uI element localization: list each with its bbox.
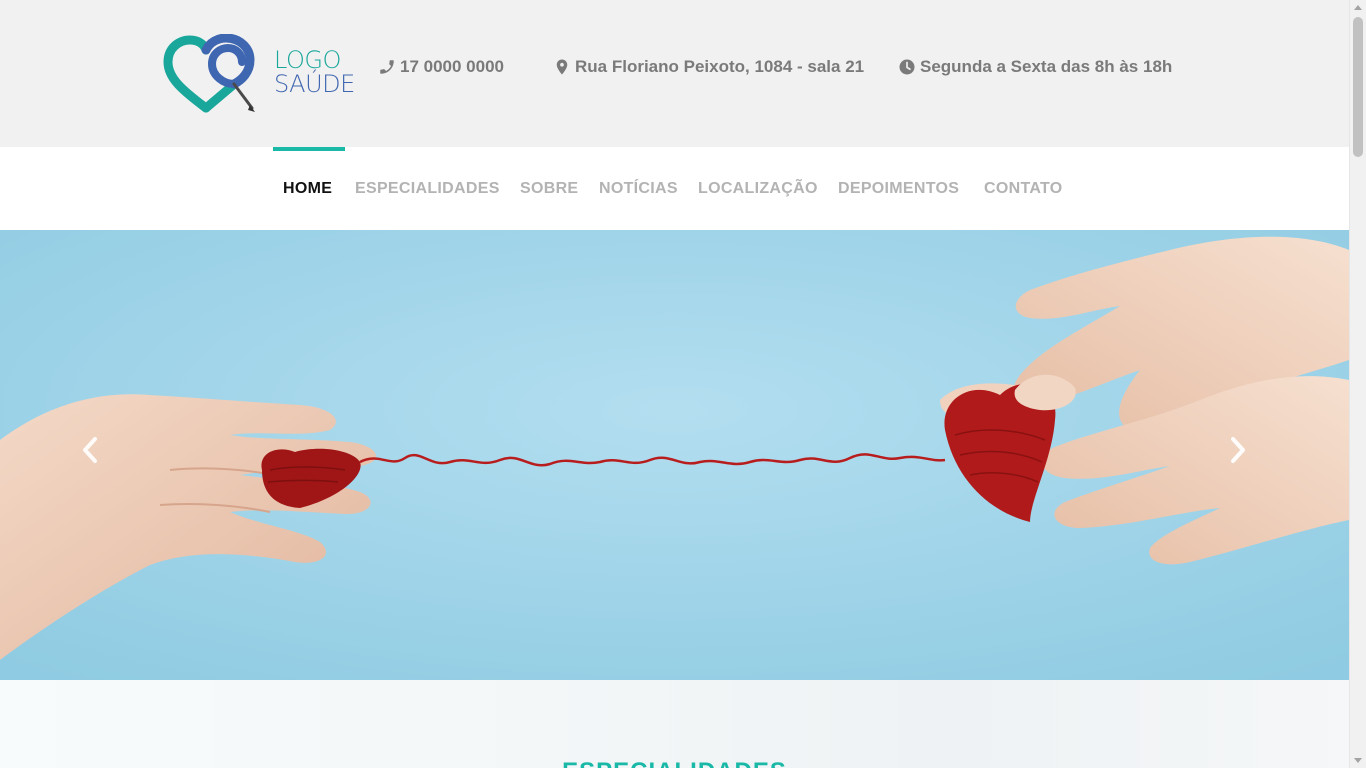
hero-carousel (0, 230, 1349, 680)
carousel-prev-button[interactable] (80, 435, 120, 475)
especialidades-section: ESPECIALIDADES (0, 680, 1349, 768)
nav-item-especialidades[interactable]: ESPECIALIDADES (355, 147, 500, 230)
hours-text: Segunda a Sexta das 8h às 18h (920, 57, 1173, 76)
clock-icon (899, 59, 915, 75)
page-scrollbar[interactable] (1349, 0, 1366, 768)
chevron-left-icon (83, 437, 97, 463)
top-header: LOGO SAÚDE 17 0000 0000 Rua Floriano Pei… (0, 0, 1349, 147)
nav-item-home[interactable]: HOME (283, 147, 332, 230)
scroll-thumb[interactable] (1353, 17, 1363, 157)
nav-item-sobre[interactable]: SOBRE (520, 147, 578, 230)
address-text: Rua Floriano Peixoto, 1084 - sala 21 (575, 57, 865, 76)
header-address[interactable]: Rua Floriano Peixoto, 1084 - sala 21 (553, 56, 864, 78)
chevron-right-icon (1231, 437, 1245, 463)
heart-pencil-logo-icon (163, 34, 255, 113)
hero-image (0, 230, 1349, 680)
header-phone[interactable]: 17 0000 0000 (378, 56, 504, 78)
nav-item-localizacao[interactable]: LOCALIZAÇÃO (698, 147, 818, 230)
logo-line-2: SAÚDE (274, 70, 355, 98)
map-marker-icon (556, 59, 568, 75)
logo-line-1: LOGO (274, 46, 341, 74)
nav-item-noticias[interactable]: NOTÍCIAS (599, 147, 678, 230)
nav-item-depoimentos[interactable]: DEPOIMENTOS (838, 147, 959, 230)
phone-text: 17 0000 0000 (400, 57, 504, 76)
carousel-next-button[interactable] (1228, 435, 1268, 475)
header-hours: Segunda a Sexta das 8h às 18h (898, 56, 1172, 78)
main-nav: HOME ESPECIALIDADES SOBRE NOTÍCIAS LOCAL… (0, 147, 1349, 230)
nav-item-contato[interactable]: CONTATO (984, 147, 1063, 230)
phone-icon (380, 60, 394, 74)
section-title: ESPECIALIDADES (0, 758, 1349, 768)
logo[interactable]: LOGO SAÚDE (162, 34, 362, 116)
scroll-up-arrow-icon[interactable] (1354, 5, 1362, 10)
scroll-down-arrow-icon[interactable] (1354, 758, 1362, 763)
logo-text: LOGO SAÚDE (274, 48, 355, 96)
